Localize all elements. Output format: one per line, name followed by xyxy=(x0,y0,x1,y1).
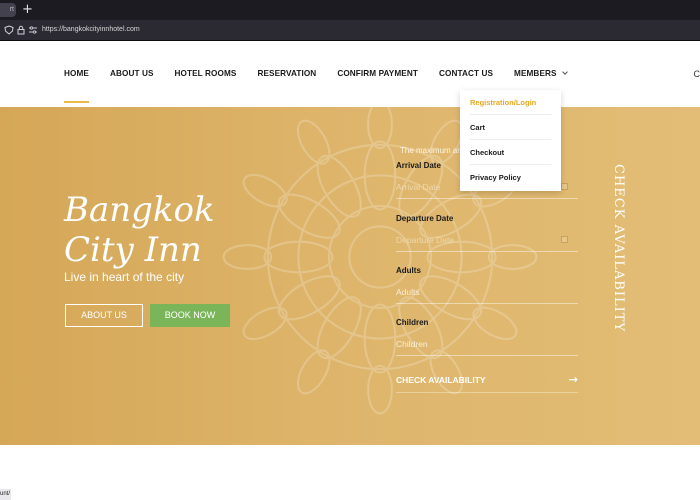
children-select[interactable]: Children xyxy=(396,338,578,356)
new-tab-button[interactable]: + xyxy=(22,2,33,18)
nav-members[interactable]: MEMBERS xyxy=(514,69,568,78)
chevron-down-icon xyxy=(561,69,568,75)
nav-members-label: MEMBERS xyxy=(514,69,557,78)
adults-label: Adults xyxy=(396,266,421,275)
menu-item-checkout[interactable]: Checkout xyxy=(470,140,551,165)
arrival-date-placeholder: Arrival Date xyxy=(396,182,441,192)
main-nav: HOME ABOUT US HOTEL ROOMS RESERVATION CO… xyxy=(64,69,588,103)
hotel-brand-title: Bangkok City Inn xyxy=(64,190,215,270)
departure-date-label: Departure Date xyxy=(396,214,454,223)
calendar-icon[interactable] xyxy=(561,183,568,190)
lock-icon xyxy=(17,25,25,35)
nav-reservation[interactable]: RESERVATION xyxy=(257,69,316,78)
url-text[interactable]: https://bangkokcityinnhotel.com xyxy=(42,25,140,35)
nav-about-us[interactable]: ABOUT US xyxy=(110,69,154,78)
menu-item-registration-login[interactable]: Registration/Login xyxy=(470,90,551,115)
hero-banner: Bangkok City Inn Live in heart of the ci… xyxy=(0,107,700,445)
adults-select[interactable]: Adults xyxy=(396,286,578,304)
nav-confirm-payment[interactable]: CONFIRM PAYMENT xyxy=(337,69,418,78)
brand-line-1: Bangkok xyxy=(64,190,215,230)
children-label: Children xyxy=(396,318,429,327)
calendar-icon[interactable] xyxy=(561,236,568,243)
check-availability-label: CHECK AVAILABILITY xyxy=(396,375,486,385)
menu-item-cart[interactable]: Cart xyxy=(470,115,551,140)
browser-tab[interactable]: rt xyxy=(0,3,16,17)
site-header: HOME ABOUT US HOTEL ROOMS RESERVATION CO… xyxy=(0,41,700,107)
departure-date-placeholder: Departure Date xyxy=(396,235,455,245)
status-bar: unt/ xyxy=(0,489,11,500)
check-availability-vertical-title: CHECK AVAILABILITY xyxy=(611,164,626,333)
book-now-button[interactable]: BOOK NOW xyxy=(150,304,230,327)
members-dropdown: Registration/Login Cart Checkout Privacy… xyxy=(460,90,561,191)
brand-line-2: City Inn xyxy=(64,230,202,270)
check-availability-button[interactable]: CHECK AVAILABILITY → xyxy=(396,373,578,393)
permissions-icon[interactable] xyxy=(28,25,38,35)
hero-tagline: Live in heart of the city xyxy=(64,270,185,284)
nav-hotel-rooms[interactable]: HOTEL ROOMS xyxy=(175,69,237,78)
nav-contact-us[interactable]: CONTACT US xyxy=(439,69,493,78)
arrival-date-label: Arrival Date xyxy=(396,161,441,170)
menu-item-privacy-policy[interactable]: Privacy Policy xyxy=(470,165,551,190)
about-us-button[interactable]: ABOUT US xyxy=(65,304,143,327)
departure-date-field[interactable]: Departure Date xyxy=(396,234,578,252)
header-edge-icon[interactable]: C xyxy=(694,69,700,79)
shield-icon xyxy=(4,25,14,35)
nav-home[interactable]: HOME xyxy=(64,69,89,103)
browser-urlbar[interactable]: https://bangkokcityinnhotel.com xyxy=(0,20,700,41)
arrow-right-icon: → xyxy=(568,373,578,386)
browser-tabstrip: rt + xyxy=(0,0,700,20)
